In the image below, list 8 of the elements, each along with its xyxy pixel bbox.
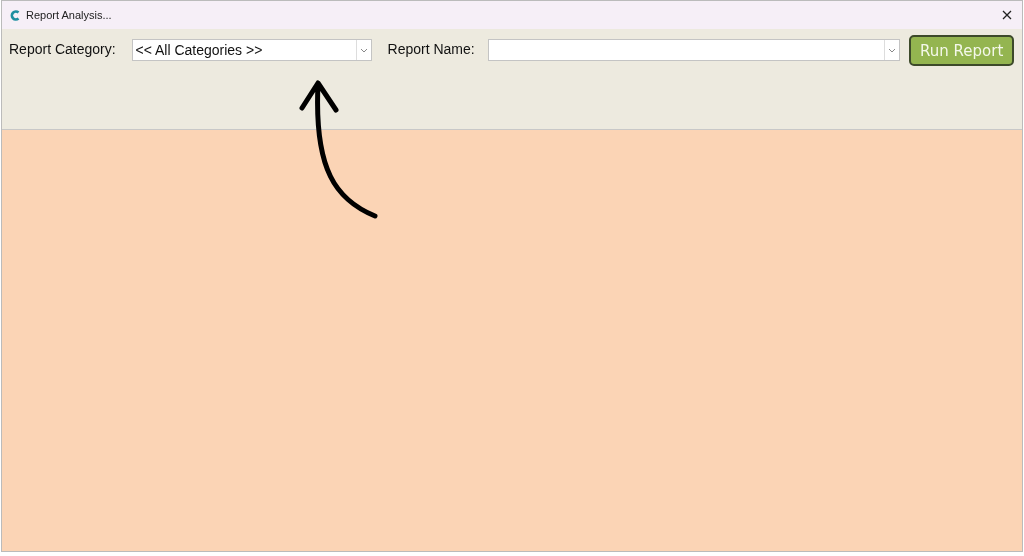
chevron-icon <box>888 47 897 53</box>
name-label: Report Name: <box>387 41 476 57</box>
close-icon[interactable] <box>1002 10 1012 20</box>
window-title: Report Analysis... <box>26 9 112 21</box>
category-label: Report Category: <box>9 41 117 57</box>
app-logo-icon <box>10 9 20 21</box>
chevron-icon <box>359 47 368 53</box>
category-dropdown[interactable]: << All Categories >> <box>132 39 372 61</box>
